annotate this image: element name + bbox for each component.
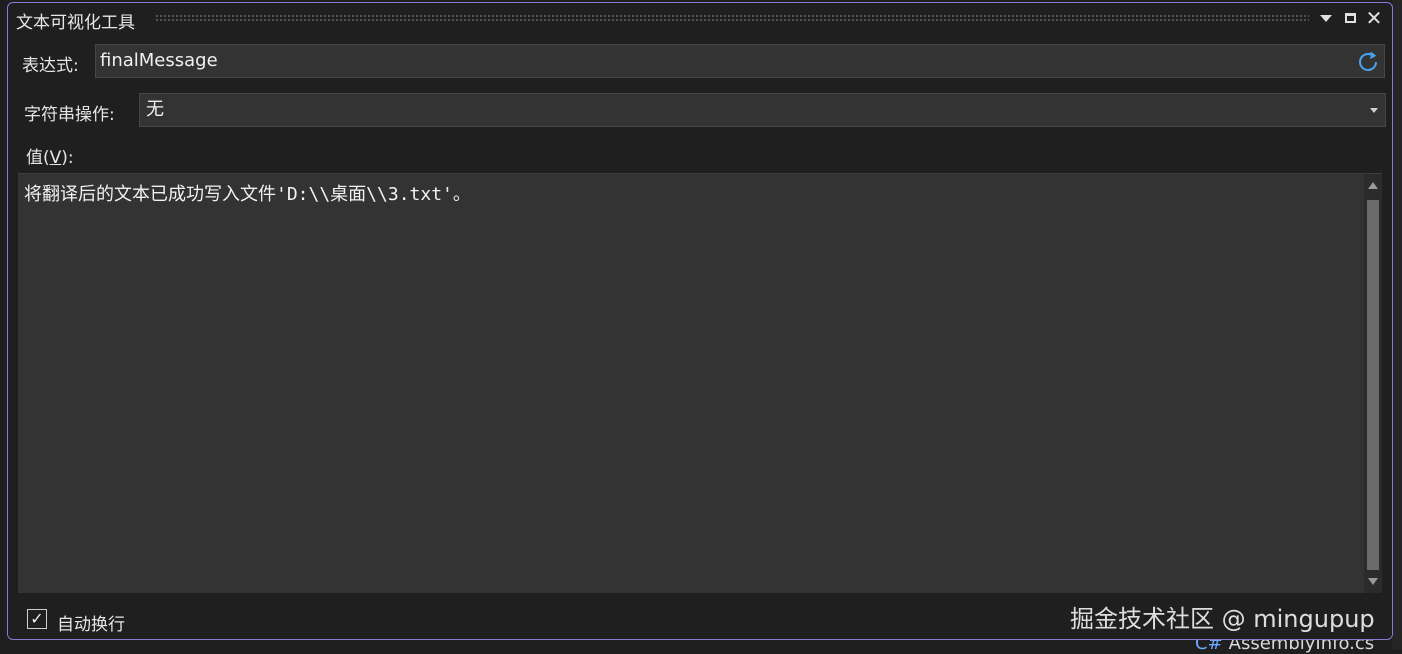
string-operation-select[interactable]: 无 — [139, 93, 1386, 127]
watermark: 掘金技术社区 @ mingupup — [1070, 605, 1375, 633]
background-ide-right — [1392, 0, 1402, 649]
value-textarea[interactable]: 将翻译后的文本已成功写入文件'D:\\桌面\\3.txt'。 — [18, 173, 1382, 593]
chevron-down-icon — [1370, 108, 1378, 113]
string-operation-value: 无 — [146, 99, 164, 120]
scroll-up-icon[interactable] — [1368, 182, 1378, 189]
refresh-icon[interactable] — [1356, 50, 1380, 74]
expression-label: 表达式: — [22, 56, 79, 76]
string-operation-label: 字符串操作: — [24, 105, 115, 125]
scroll-thumb[interactable] — [1367, 200, 1379, 570]
dropdown-icon — [1320, 14, 1332, 22]
window-title: 文本可视化工具 — [16, 13, 135, 33]
scroll-down-icon[interactable] — [1368, 578, 1378, 585]
value-text[interactable]: 将翻译后的文本已成功写入文件'D:\\桌面\\3.txt'。 — [24, 180, 471, 206]
window-menu-button[interactable] — [1316, 8, 1336, 28]
checkmark-icon: ✓ — [30, 609, 44, 628]
word-wrap-label[interactable]: 自动换行 — [57, 610, 125, 635]
titlebar[interactable]: 文本可视化工具 ✕ — [8, 3, 1392, 33]
expression-input[interactable]: finalMessage — [95, 44, 1385, 78]
titlebar-grip[interactable] — [155, 14, 1309, 22]
maximize-icon — [1344, 13, 1356, 23]
word-wrap-checkbox[interactable]: ✓ — [27, 609, 47, 629]
close-button[interactable]: ✕ — [1364, 8, 1384, 28]
vertical-scrollbar[interactable] — [1364, 174, 1382, 593]
maximize-button[interactable] — [1340, 8, 1360, 28]
text-visualizer-window: 文本可视化工具 ✕ 表达式: finalMessage 字符串操作: 无 值(V… — [7, 2, 1393, 640]
close-icon: ✕ — [1365, 6, 1383, 30]
value-label: 值(V): — [26, 148, 74, 168]
